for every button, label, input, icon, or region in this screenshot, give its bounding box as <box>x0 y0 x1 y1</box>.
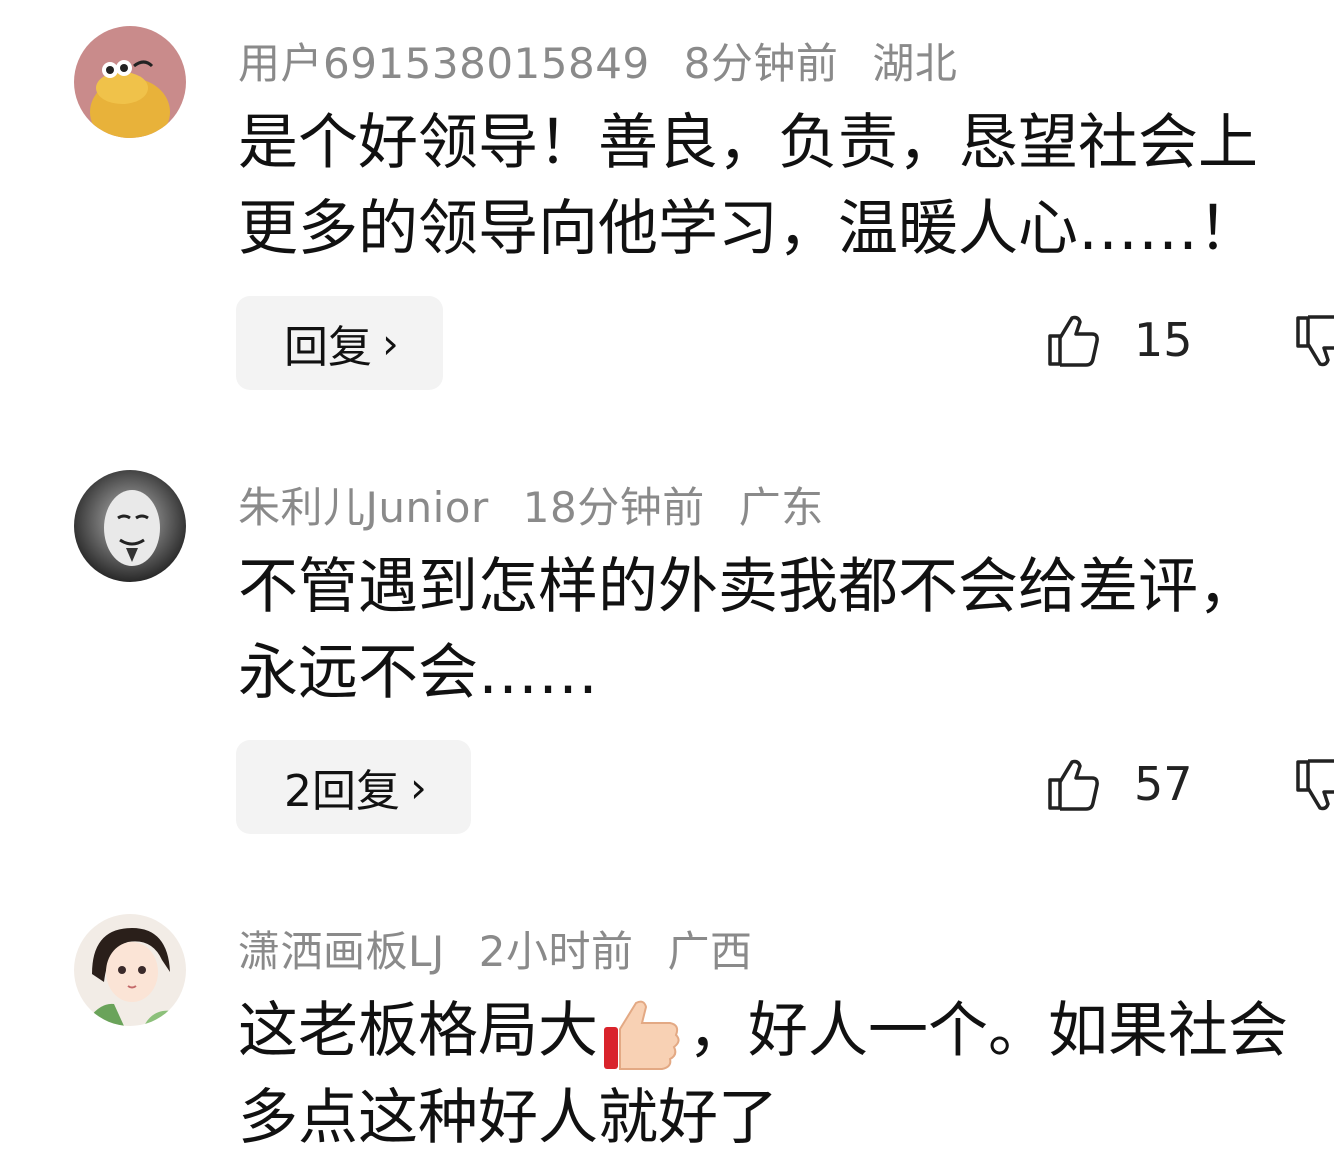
chevron-right-icon: › <box>410 762 427 812</box>
comment-text-line: 这老板格局大 ，好人一个。如果社会 <box>238 988 1334 1075</box>
username[interactable]: 潇洒画板LJ <box>238 927 445 976</box>
comment-location: 广东 <box>738 483 824 532</box>
comment-text-line: 更多的领导向他学习，温暖人心……！ <box>238 194 1258 264</box>
thumbs-up-emoji-icon <box>604 1001 680 1071</box>
reply-label: 2回复 <box>284 766 400 817</box>
comment-text-line: 不管遇到怎样的外卖我都不会给差评， <box>238 552 1258 622</box>
comment-text: 不管遇到怎样的外卖我都不会给差评， 永远不会…… <box>238 544 1334 716</box>
thumbs-down-icon[interactable] <box>1292 314 1334 374</box>
duck-avatar-icon <box>74 26 186 138</box>
user-avatar[interactable] <box>74 914 186 1026</box>
comment-text-line: 多点这种好人就好了 <box>238 1083 778 1154</box>
comment-location: 广西 <box>667 927 753 976</box>
comment-location: 湖北 <box>872 39 958 88</box>
reply-label: 回复 <box>284 322 372 373</box>
chevron-right-icon: › <box>382 318 399 368</box>
comment-time: 8分钟前 <box>683 39 839 88</box>
thumbs-up-icon <box>1048 315 1099 367</box>
comment-text-line: 是个好领导！善良，负责，恳望社会上 <box>238 108 1258 178</box>
mask-avatar-icon <box>74 470 186 582</box>
like-count: 57 <box>1134 757 1193 811</box>
comment-text: 这老板格局大 ，好人一个。如果社会 多点这种好人就好了 <box>238 988 1334 1161</box>
reply-button[interactable]: 2回复 › <box>236 740 471 834</box>
thumbs-up-icon <box>1048 759 1099 811</box>
comment-meta: 潇洒画板LJ 2小时前 广西 <box>238 918 787 979</box>
like-button[interactable]: 57 <box>1044 754 1193 814</box>
anime-girl-avatar-icon <box>74 914 186 1026</box>
like-count: 15 <box>1134 313 1193 367</box>
comment-text-line: 永远不会…… <box>238 638 598 708</box>
username[interactable]: 朱利儿Junior <box>238 483 489 532</box>
username[interactable]: 用户691538015849 <box>238 39 650 88</box>
user-avatar[interactable] <box>74 470 186 582</box>
comment-time: 2小时前 <box>478 927 634 976</box>
reply-button[interactable]: 回复 › <box>236 296 443 390</box>
user-avatar[interactable] <box>74 26 186 138</box>
like-button[interactable]: 15 <box>1044 310 1193 370</box>
comment-meta: 朱利儿Junior 18分钟前 广东 <box>238 474 858 535</box>
comment-text: 是个好领导！善良，负责，恳望社会上 更多的领导向他学习，温暖人心……！ <box>238 100 1334 272</box>
thumbs-down-icon[interactable] <box>1292 758 1334 818</box>
comment-text-segment: ，好人一个。如果社会 <box>688 996 1288 1066</box>
comment-text-segment: 这老板格局大 <box>238 996 598 1066</box>
comment-time: 18分钟前 <box>522 483 705 532</box>
comment-meta: 用户691538015849 8分钟前 湖北 <box>238 30 991 91</box>
